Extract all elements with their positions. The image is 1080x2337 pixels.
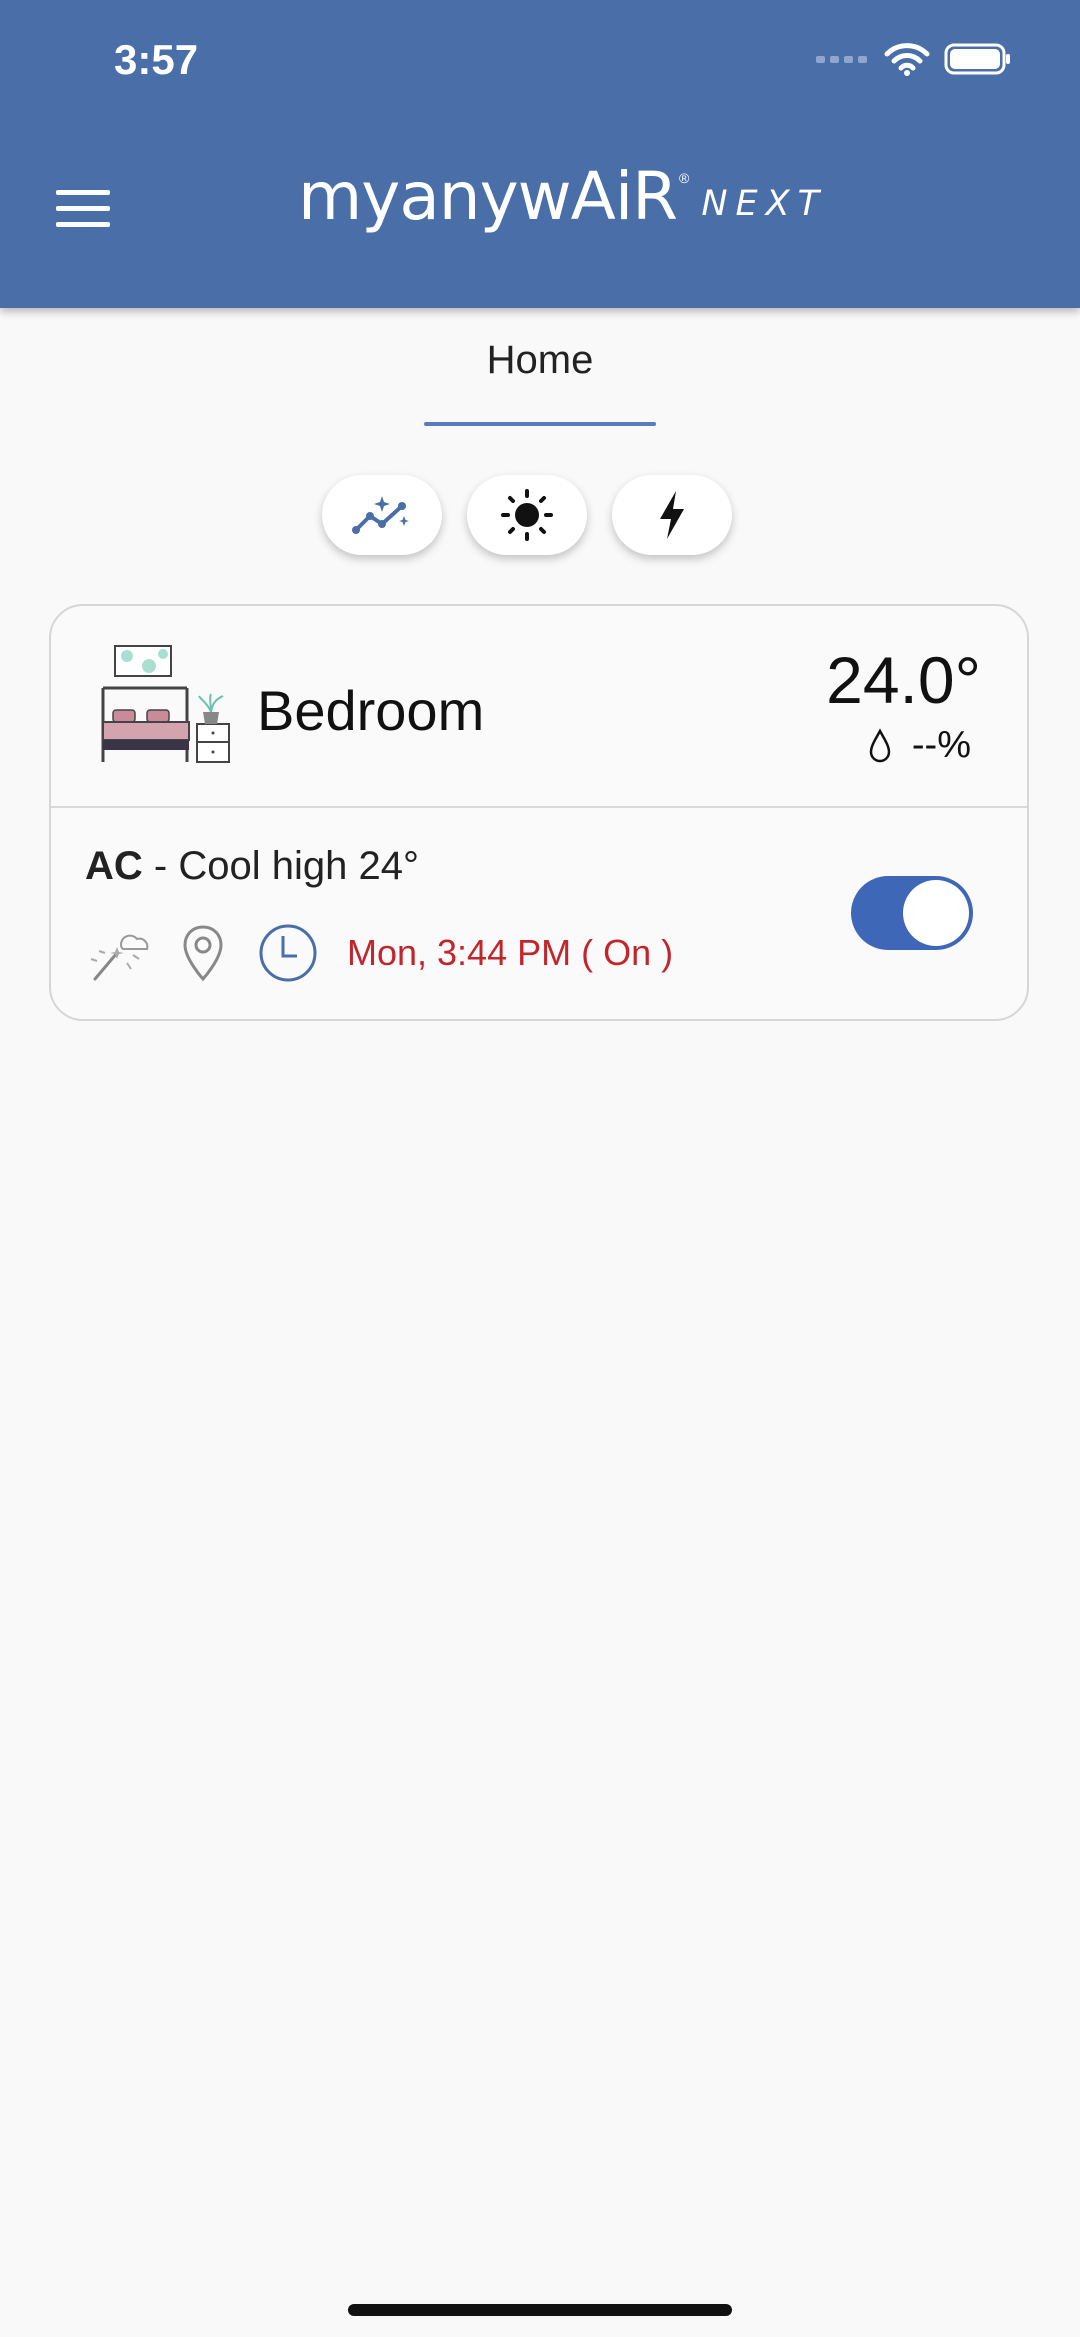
room-card[interactable]: Bedroom 24.0° --% AC - Cool high 24° Mon… [49,604,1029,1021]
menu-button[interactable] [54,186,114,232]
card-divider [51,806,1027,808]
ac-mode: - Cool high 24° [142,844,419,888]
weather-wand-icon [90,934,149,981]
tab-home[interactable]: Home [0,338,1080,383]
water-drop-icon [869,727,891,762]
tab-active-indicator [424,422,656,426]
quick-action-energy-button[interactable] [612,475,732,555]
room-temperature: 24.0° [826,643,981,717]
quick-action-sun-button[interactable] [467,475,587,555]
hamburger-menu-icon [56,190,110,227]
logo-suffix: NEXT [701,184,827,224]
room-name: Bedroom [257,679,485,742]
humidity-value: --% [911,724,971,766]
quick-action-insights-button[interactable] [322,475,442,555]
schedule-text: Mon, 3:44 PM ( On ) [347,932,674,973]
status-icons [816,42,1012,76]
ac-mode-line: AC - Cool high 24° [85,844,419,889]
toggle-knob [903,880,969,946]
home-indicator[interactable] [348,2304,732,2316]
battery-icon [944,43,1010,75]
sun-icon [501,489,553,541]
tab-home-label: Home [486,338,594,382]
ac-power-toggle[interactable] [851,876,973,950]
status-time: 3:57 [114,36,199,83]
bedroom-illustration-icon [101,645,230,763]
cellular-signal-icon [816,56,867,63]
wifi-icon [884,43,930,76]
app-header: 3:57 myanywAiR ® NEXT [0,0,1080,308]
location-pin-icon [183,925,223,982]
lightning-bolt-icon [660,491,684,539]
ac-status-icons: Mon, 3:44 PM ( On ) [87,922,673,984]
logo-main: myanywAiR [298,158,678,235]
room-humidity: --% [868,724,971,767]
clock-icon [259,924,317,982]
ac-label: AC [85,844,143,888]
sparkle-trend-icon [352,496,409,534]
logo-registered: ® [679,170,690,186]
app-logo: myanywAiR ® NEXT [298,158,827,235]
